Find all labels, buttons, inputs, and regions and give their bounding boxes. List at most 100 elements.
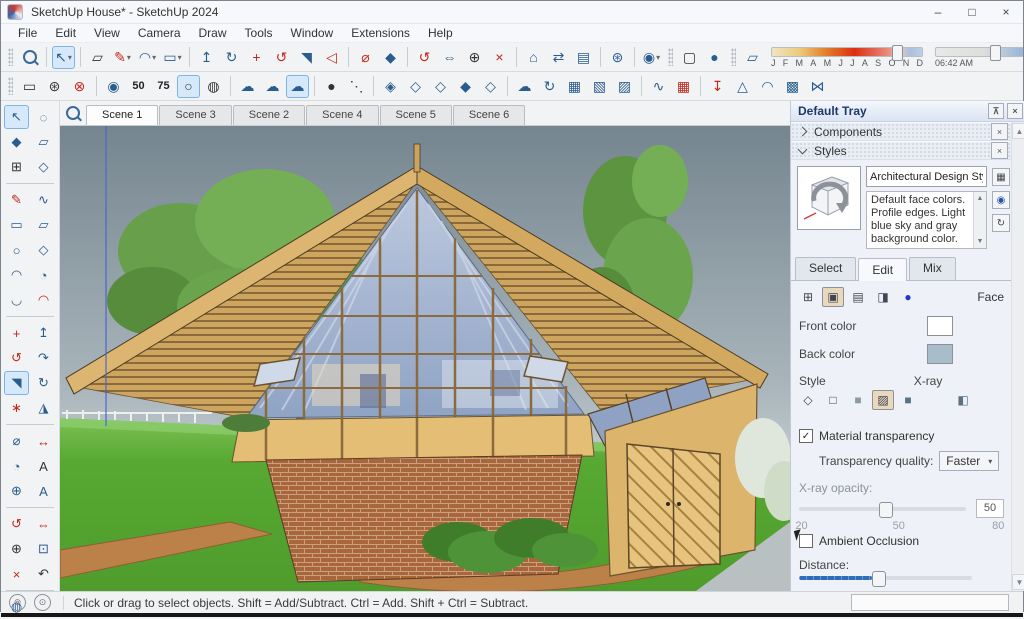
pan-icon[interactable]: ⇔ <box>31 512 56 536</box>
arc-tool-icon[interactable]: ◠▾ <box>136 46 159 69</box>
flip-edge-icon[interactable]: ⋈ <box>806 75 829 98</box>
scenetab-scene-6[interactable]: Scene 6 <box>453 105 525 125</box>
share-component-icon[interactable]: ▤ <box>572 46 595 69</box>
front-color-swatch[interactable] <box>927 316 953 336</box>
zoom-extents-icon[interactable]: × <box>4 562 29 586</box>
dimension-icon[interactable]: ↔ <box>31 429 56 453</box>
rectangle-tool-icon[interactable]: ▭▾ <box>161 46 184 69</box>
3d-warehouse-icon[interactable]: ⌂ <box>522 46 545 69</box>
shaded-icon[interactable]: ■ <box>847 390 869 410</box>
move-icon[interactable]: + <box>4 321 29 345</box>
scenetab-scene-1[interactable]: Scene 1 <box>86 105 158 125</box>
zoom-tool-icon[interactable]: ⊕ <box>463 46 486 69</box>
menuitem-file[interactable]: File <box>9 25 46 41</box>
flip-icon[interactable]: ◮ <box>31 396 56 420</box>
terrain-slope-icon[interactable]: ▨ <box>613 75 636 98</box>
dome-icon[interactable]: ◠ <box>756 75 779 98</box>
distance-handle[interactable] <box>872 571 886 587</box>
scenetab-scene-4[interactable]: Scene 4 <box>306 105 378 125</box>
create-style-icon[interactable]: ◉ <box>992 191 1010 209</box>
wireframe-icon[interactable]: ◇ <box>797 390 819 410</box>
scenetab-scene-3[interactable]: Scene 3 <box>159 105 231 125</box>
scroll-up-icon[interactable]: ▲ <box>1012 123 1024 139</box>
add-collaborator-icon[interactable]: ● <box>703 46 726 69</box>
orbit-icon[interactable]: ↺ <box>4 512 29 536</box>
back-color-swatch[interactable] <box>927 344 953 364</box>
pie-icon[interactable]: ◔ <box>31 263 56 287</box>
make-component-icon[interactable]: ⊞ <box>4 155 29 179</box>
follow-me-tool-icon[interactable]: ↻ <box>220 46 243 69</box>
component-pick-icon[interactable]: ◇ <box>479 75 502 98</box>
shadow-month-slider[interactable]: JFMAMJJASOND <box>771 47 923 68</box>
xray-opacity-value[interactable]: 50 <box>976 499 1004 518</box>
minimize-button[interactable]: – <box>921 1 955 23</box>
stab-select[interactable]: Select <box>795 257 856 280</box>
xray-opacity-handle[interactable] <box>879 502 893 518</box>
zoom-window-icon[interactable]: ⊡ <box>31 537 56 561</box>
freehand-icon[interactable]: ∿ <box>31 188 56 212</box>
shadows-toggle-icon[interactable]: ▱ <box>741 46 764 69</box>
guide-line-icon[interactable]: ⋱ <box>345 75 368 98</box>
measurements-input[interactable] <box>851 594 1009 611</box>
position-camera-icon[interactable]: ⌀ <box>354 46 377 69</box>
offset-icon[interactable]: ↻ <box>31 371 56 395</box>
push-pull-icon[interactable]: ↥ <box>31 321 56 345</box>
modeling-settings-icon[interactable]: ● <box>897 287 919 307</box>
zoom-extents-icon[interactable]: × <box>488 46 511 69</box>
cloud-rain-icon[interactable]: ☁ <box>513 75 536 98</box>
scroll-down-icon[interactable]: ▼ <box>1012 574 1024 590</box>
circle-icon[interactable]: ○ <box>4 238 29 262</box>
menuitem-edit[interactable]: Edit <box>46 25 85 41</box>
styles-close-icon[interactable]: × <box>991 142 1008 159</box>
line-tool-icon[interactable]: ✎ <box>4 188 29 212</box>
axes-icon[interactable]: ∗ <box>4 396 29 420</box>
stab-edit[interactable]: Edit <box>858 258 907 281</box>
lasso-select-icon[interactable]: ◌ <box>31 105 56 129</box>
move-tool-icon[interactable]: + <box>245 46 268 69</box>
description-scrollbar[interactable]: ▲▼ <box>973 192 986 248</box>
distance-slider[interactable] <box>791 574 1012 582</box>
follow-me-icon[interactable]: ↷ <box>31 346 56 370</box>
stamp-icon[interactable]: ▦ <box>672 75 695 98</box>
extension-manager-icon[interactable]: ⊛ <box>606 46 629 69</box>
menuitem-window[interactable]: Window <box>282 25 343 41</box>
add-detail-icon[interactable]: △ <box>731 75 754 98</box>
smoove-icon[interactable]: ∿ <box>647 75 670 98</box>
text-icon[interactable]: A <box>31 454 56 478</box>
line-tool-icon[interactable]: ✎▾ <box>111 46 134 69</box>
styles-section-header[interactable]: Styles × <box>791 141 1012 160</box>
new-file-icon[interactable]: ▢ <box>678 46 701 69</box>
rectangle-icon[interactable]: ▭ <box>4 213 29 237</box>
terrain-paint-icon[interactable]: ▩ <box>781 75 804 98</box>
arc-icon[interactable]: ◠ <box>4 263 29 287</box>
tray-pin-icon[interactable]: ⊼ <box>988 103 1004 119</box>
rotate-icon[interactable]: ↺ <box>4 346 29 370</box>
scale-tool-icon[interactable]: ◥ <box>295 46 318 69</box>
account-icon[interactable]: ◉▾ <box>640 46 663 69</box>
components-section-header[interactable]: Components × <box>791 122 1012 141</box>
rotated-rectangle-icon[interactable]: ▱ <box>31 213 56 237</box>
open-file-icon[interactable]: ▭ <box>18 75 41 98</box>
terrain-flat-icon[interactable]: ▦ <box>563 75 586 98</box>
model-settings-icon[interactable]: ⊛ <box>43 75 66 98</box>
component-disable-icon[interactable]: ◇ <box>404 75 427 98</box>
shaded-textures-icon[interactable]: ▨ <box>872 390 894 410</box>
time-slider-handle[interactable] <box>990 45 1001 61</box>
geolocation-icon[interactable]: ⊚ <box>9 594 26 611</box>
layers-visibility-icon[interactable]: ◉ <box>102 75 125 98</box>
pan-tool-icon[interactable]: ⇔ <box>438 46 461 69</box>
style-name-input[interactable] <box>866 166 987 187</box>
previous-view-icon[interactable]: ↶ <box>31 562 56 586</box>
paint-bucket-icon[interactable]: ◆ <box>379 46 402 69</box>
hatch-sphere-icon[interactable]: ◍ <box>202 75 225 98</box>
xray-mode-icon[interactable]: ◧ <box>952 390 974 410</box>
material-transparency-checkbox[interactable]: ✓ <box>799 429 813 443</box>
push-pull-tool-icon[interactable]: ↥ <box>195 46 218 69</box>
scale-icon[interactable]: ◥ <box>4 371 29 395</box>
close-button[interactable]: × <box>989 1 1023 23</box>
style-thumbnail[interactable] <box>797 166 861 230</box>
menuitem-tools[interactable]: Tools <box>236 25 282 41</box>
update-style-icon[interactable]: ↻ <box>992 214 1010 232</box>
scene-search-icon[interactable] <box>60 101 86 125</box>
abort-operation-icon[interactable]: ⊗ <box>68 75 91 98</box>
